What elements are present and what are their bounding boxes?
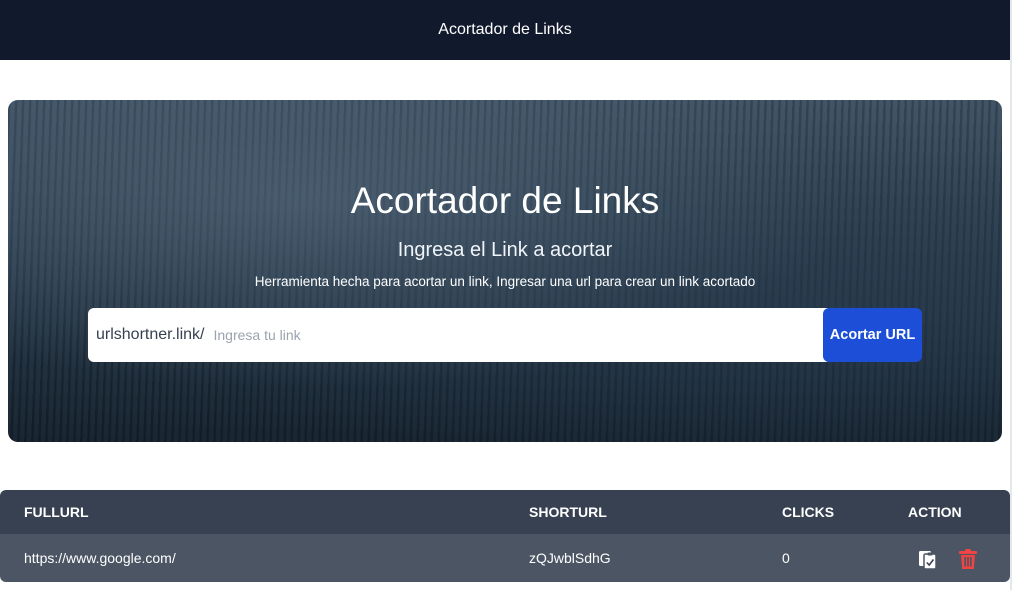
clicks-cell: 0	[782, 550, 790, 566]
column-header-action: ACTION	[908, 504, 962, 520]
url-field: urlshortner.link/	[88, 308, 828, 362]
hero-description: Herramienta hecha para acortar un link, …	[254, 274, 756, 289]
hero-banner: Acortador de Links Ingresa el Link a aco…	[8, 100, 1002, 442]
column-header-shorturl: SHORTURL	[529, 504, 607, 520]
table-row: https://www.google.com/ zQJwblSdhG 0	[0, 534, 1010, 582]
app-title: Acortador de Links	[438, 21, 572, 38]
hero-subtitle: Ingresa el Link a acortar	[397, 239, 613, 261]
table-header: FULLURL SHORTURL CLICKS ACTION	[0, 490, 1010, 534]
url-prefix: urlshortner.link/	[96, 326, 205, 343]
column-header-clicks: CLICKS	[782, 504, 835, 520]
trash-icon[interactable]	[957, 547, 979, 571]
url-input[interactable]	[213, 327, 794, 343]
short-url-cell[interactable]: zQJwblSdhG	[529, 534, 611, 582]
column-header-fullurl: FULLURL	[24, 504, 89, 520]
shorten-button[interactable]: Acortar URL	[823, 308, 922, 362]
copy-icon[interactable]	[917, 547, 939, 571]
links-table: FULLURL SHORTURL CLICKS ACTION https://w…	[0, 490, 1010, 582]
full-url-cell: https://www.google.com/	[24, 550, 176, 566]
app-header: Acortador de Links	[0, 0, 1010, 60]
hero-title: Acortador de Links	[350, 180, 660, 221]
shorten-form: urlshortner.link/ Acortar URL	[88, 308, 922, 362]
